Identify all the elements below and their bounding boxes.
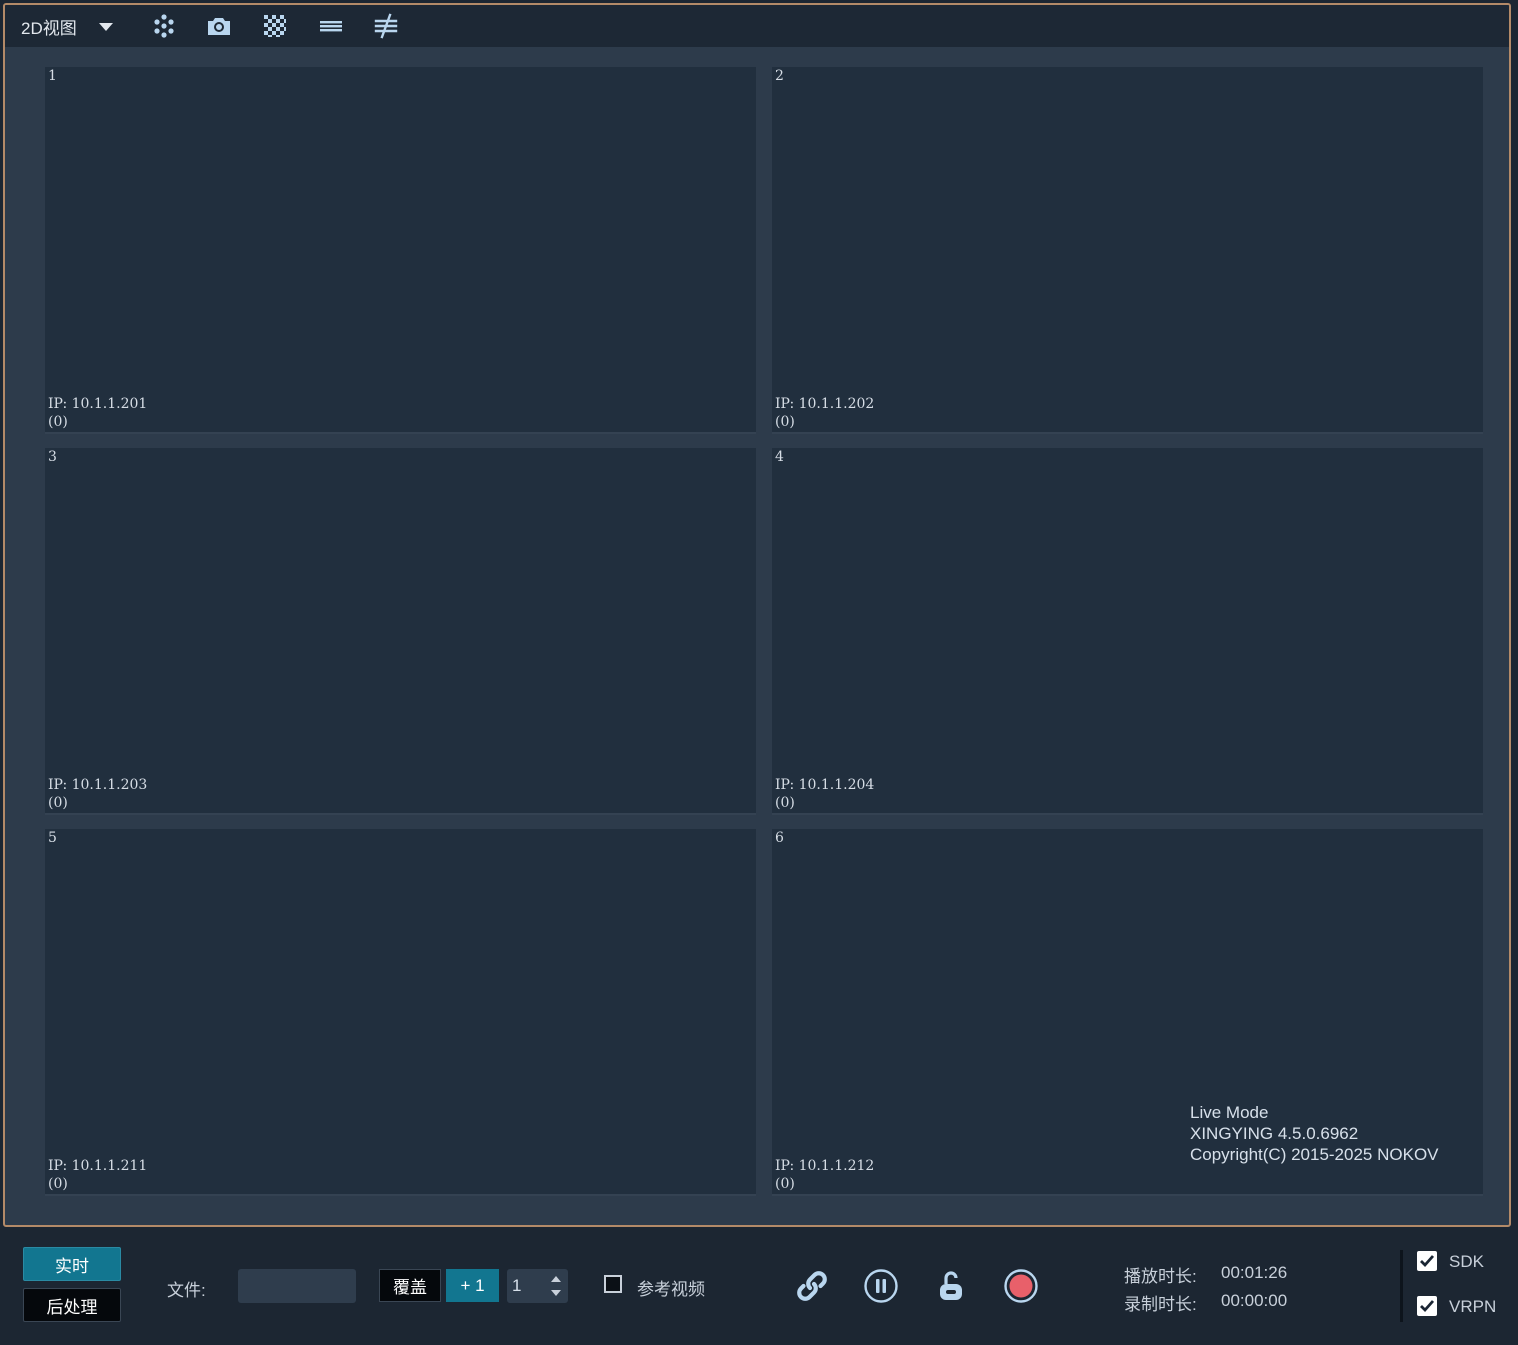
camera-number: 1 bbox=[48, 68, 57, 84]
mode-text: Live Mode bbox=[1190, 1103, 1269, 1122]
camera-number: 5 bbox=[48, 830, 57, 846]
unlock-icon[interactable] bbox=[932, 1267, 970, 1305]
view-mode-dropdown[interactable]: 2D视图 bbox=[21, 5, 113, 47]
marker-count: (0) bbox=[775, 795, 795, 811]
status-overlay: Live Mode XINGYING 4.5.0.6962 Copyright(… bbox=[1190, 1102, 1439, 1165]
sdk-label: SDK bbox=[1449, 1252, 1484, 1271]
sdk-checkbox[interactable] bbox=[1417, 1251, 1437, 1271]
version-text: XINGYING 4.5.0.6962 bbox=[1190, 1124, 1359, 1143]
vrpn-label: VRPN bbox=[1449, 1297, 1497, 1316]
view-toolbar: 2D视图 bbox=[5, 5, 1509, 47]
file-label: 文件: bbox=[167, 1281, 206, 1300]
camera-number: 2 bbox=[775, 68, 784, 84]
take-number-spinbox[interactable]: 1 bbox=[507, 1269, 568, 1303]
main-viewport: 2D视图 1 IP: 10.1.1.201 (0) 2 IP: 10.1.1.2… bbox=[3, 3, 1511, 1227]
camera-ip: IP: 10.1.1.204 bbox=[775, 777, 875, 793]
marker-count: (0) bbox=[775, 1176, 795, 1192]
reference-video-label: 参考视频 bbox=[637, 1280, 705, 1299]
spin-up-icon[interactable] bbox=[551, 1276, 561, 1282]
record-duration-value: 00:00:00 bbox=[1221, 1291, 1288, 1310]
camera-number: 4 bbox=[775, 449, 784, 465]
camera-snapshot-icon[interactable] bbox=[205, 12, 233, 40]
camera-ip: IP: 10.1.1.212 bbox=[775, 1158, 875, 1174]
marker-count: (0) bbox=[775, 414, 795, 430]
link-icon[interactable] bbox=[793, 1267, 831, 1305]
increment-button[interactable]: + 1 bbox=[446, 1269, 499, 1302]
vrpn-checkbox[interactable] bbox=[1417, 1296, 1437, 1316]
view-mode-label: 2D视图 bbox=[21, 18, 77, 38]
play-duration-label: 播放时长: bbox=[1124, 1267, 1197, 1286]
camera-view-5[interactable]: 5 IP: 10.1.1.211 (0) bbox=[45, 829, 756, 1196]
camera-view-2[interactable]: 2 IP: 10.1.1.202 (0) bbox=[772, 67, 1483, 434]
record-duration-label: 录制时长: bbox=[1124, 1295, 1197, 1314]
checker-mask-icon[interactable] bbox=[261, 12, 289, 40]
camera-view-3[interactable]: 3 IP: 10.1.1.203 (0) bbox=[45, 448, 756, 815]
camera-number: 3 bbox=[48, 449, 57, 465]
file-name-input[interactable] bbox=[238, 1269, 356, 1303]
markers-icon[interactable] bbox=[150, 12, 178, 40]
marker-count: (0) bbox=[48, 1176, 68, 1192]
camera-view-1[interactable]: 1 IP: 10.1.1.201 (0) bbox=[45, 67, 756, 434]
post-processing-button[interactable]: 后处理 bbox=[23, 1288, 121, 1322]
copyright-text: Copyright(C) 2015-2025 NOKOV bbox=[1190, 1145, 1439, 1164]
not-equal-filter-icon[interactable] bbox=[372, 12, 400, 40]
overwrite-button[interactable]: 覆盖 bbox=[379, 1269, 441, 1302]
record-icon[interactable] bbox=[1002, 1267, 1040, 1305]
camera-view-4[interactable]: 4 IP: 10.1.1.204 (0) bbox=[772, 448, 1483, 815]
marker-count: (0) bbox=[48, 795, 68, 811]
camera-ip: IP: 10.1.1.201 bbox=[48, 396, 148, 412]
menu-lines-icon[interactable] bbox=[317, 12, 345, 40]
playback-control-bar: 实时 后处理 文件: 覆盖 + 1 1 参考视频 播放时长: 00:01:26 … bbox=[0, 1232, 1518, 1345]
live-mode-button[interactable]: 实时 bbox=[23, 1247, 121, 1281]
pause-icon[interactable] bbox=[862, 1267, 900, 1305]
camera-ip: IP: 10.1.1.203 bbox=[48, 777, 148, 793]
play-duration-value: 00:01:26 bbox=[1221, 1263, 1288, 1282]
divider bbox=[1400, 1250, 1403, 1322]
reference-video-checkbox[interactable] bbox=[604, 1275, 622, 1293]
camera-number: 6 bbox=[775, 830, 784, 846]
camera-ip: IP: 10.1.1.211 bbox=[48, 1158, 148, 1174]
camera-ip: IP: 10.1.1.202 bbox=[775, 396, 875, 412]
take-number-value: 1 bbox=[512, 1276, 522, 1295]
spin-down-icon[interactable] bbox=[551, 1290, 561, 1296]
marker-count: (0) bbox=[48, 414, 68, 430]
chevron-down-icon[interactable] bbox=[98, 23, 113, 31]
